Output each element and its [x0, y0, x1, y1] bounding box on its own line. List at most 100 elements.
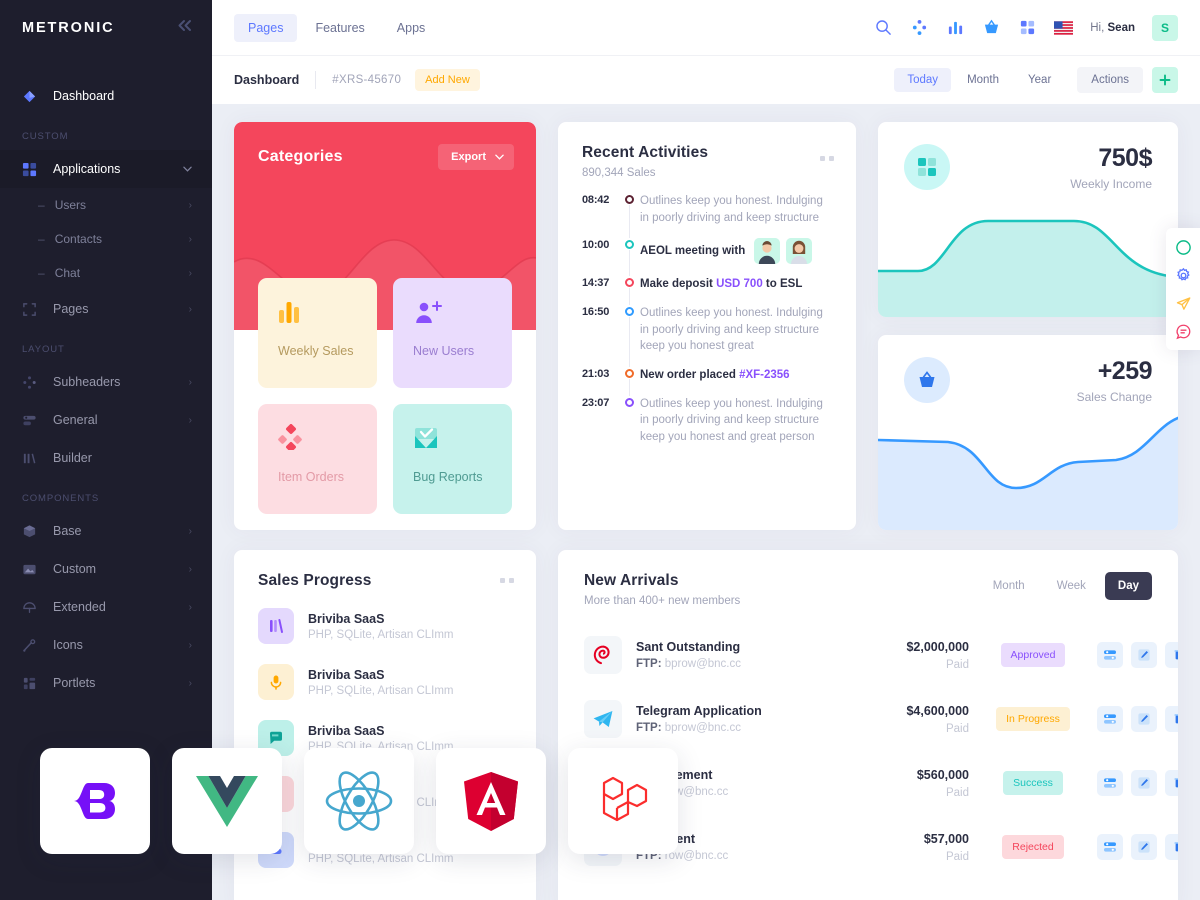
more-dots-icon[interactable] [500, 578, 514, 583]
settings-icon[interactable] [1097, 770, 1123, 796]
new-arrivals-tabs: Month Week Day [980, 572, 1152, 600]
timeline-item: 14:37 Make deposit USD 700 to ESL [582, 276, 832, 306]
sidebar-label: General [53, 413, 98, 427]
list-item[interactable]: Briviba SaaS PHP, SQLite, Artisan CLImm [258, 608, 512, 644]
chevron-right-icon: › [188, 267, 192, 279]
table-row[interactable]: Sant Outstanding FTP: bprow@bnc.cc $2,00… [584, 623, 1178, 687]
sidebar-item-users[interactable]: – Users › [0, 188, 212, 222]
sidebar-item-applications[interactable]: Applications [0, 150, 212, 188]
bar-chart-icon[interactable] [946, 18, 965, 37]
tile-bug-reports[interactable]: Bug Reports [393, 404, 512, 514]
row-actions [1097, 834, 1178, 860]
angular-logo[interactable] [436, 748, 546, 854]
tab-month[interactable]: Month [980, 572, 1038, 600]
dashboard-app: METRONIC Dashboard CUSTOM Applications –… [0, 0, 1200, 900]
chat-bubble-icon[interactable] [1166, 317, 1200, 345]
tile-weekly-sales[interactable]: Weekly Sales [258, 278, 377, 388]
amount-value: $2,000,000 [906, 639, 969, 654]
sidebar-item-dashboard[interactable]: Dashboard [0, 77, 212, 115]
tile-new-users[interactable]: New Users [393, 278, 512, 388]
amount-status: Paid [945, 722, 969, 735]
avatar-male-icon [754, 238, 781, 265]
sidebar-item-chat[interactable]: – Chat › [0, 256, 212, 290]
tab-pages[interactable]: Pages [234, 13, 298, 42]
basket-icon[interactable] [982, 18, 1001, 37]
sidebar-item-base[interactable]: Base › [0, 512, 212, 550]
amount-value: $4,600,000 [906, 703, 969, 718]
trash-icon[interactable] [1165, 834, 1178, 860]
droplet-icon[interactable] [1166, 233, 1200, 261]
chevron-right-icon: › [188, 233, 192, 245]
sidebar-item-extended[interactable]: Extended › [0, 588, 212, 626]
sidebar-item-subheaders[interactable]: Subheaders › [0, 363, 212, 401]
us-flag-icon[interactable] [1054, 18, 1074, 37]
stat-label: Weekly Income [1070, 177, 1152, 191]
sidebar-item-portlets[interactable]: Portlets › [0, 664, 212, 702]
avatar[interactable]: S [1152, 14, 1178, 41]
chevron-right-icon: › [188, 199, 192, 211]
grid-squares-icon[interactable] [1018, 18, 1037, 37]
edit-pencil-icon[interactable] [1131, 706, 1157, 732]
scatter-icon[interactable] [910, 18, 929, 37]
trash-icon[interactable] [1165, 770, 1178, 796]
edit-pencil-icon[interactable] [1131, 642, 1157, 668]
sidebar-item-icons[interactable]: Icons › [0, 626, 212, 664]
sales-change-chart [878, 416, 1178, 530]
sidebar-item-general[interactable]: General › [0, 401, 212, 439]
react-logo[interactable] [304, 748, 414, 854]
tab-apps[interactable]: Apps [383, 14, 440, 42]
mic-icon [258, 664, 294, 700]
tile-label: Bug Reports [413, 470, 483, 484]
tab-features[interactable]: Features [301, 14, 378, 42]
row-info: Sant Outstanding FTP: bprow@bnc.cc [636, 640, 851, 670]
paper-plane-icon[interactable] [1166, 289, 1200, 317]
export-button[interactable]: Export [438, 144, 514, 170]
box-icon [22, 524, 44, 539]
list-item[interactable]: Briviba SaaS PHP, SQLite, Artisan CLImm [258, 664, 512, 700]
trash-icon[interactable] [1165, 642, 1178, 668]
sidebar-item-builder[interactable]: Builder [0, 439, 212, 477]
table-row[interactable]: Telegram Application FTP: bprow@bnc.cc $… [584, 687, 1178, 751]
range-month[interactable]: Month [954, 68, 1012, 92]
layers-icon [22, 413, 44, 428]
sidebar-label: Dashboard [53, 89, 115, 103]
gear-icon[interactable] [1166, 261, 1200, 289]
basket-icon [904, 357, 950, 403]
settings-icon[interactable] [1097, 706, 1123, 732]
trash-icon[interactable] [1165, 706, 1178, 732]
tab-day[interactable]: Day [1104, 572, 1152, 600]
settings-icon[interactable] [1097, 834, 1123, 860]
divider [315, 71, 317, 89]
sidebar-item-contacts[interactable]: – Contacts › [0, 222, 212, 256]
plus-icon[interactable] [1152, 67, 1178, 93]
search-icon[interactable] [874, 18, 893, 37]
sidebar-section-components: COMPONENTS [22, 493, 100, 504]
chevrons-left-icon[interactable] [177, 19, 192, 36]
edit-pencil-icon[interactable] [1131, 834, 1157, 860]
timeline-text: Outlines keep you honest. Indulging in p… [640, 307, 823, 353]
sidebar-item-pages[interactable]: Pages › [0, 290, 212, 328]
add-new-badge[interactable]: Add New [415, 69, 480, 91]
range-year[interactable]: Year [1015, 68, 1064, 92]
avatar-female-icon [786, 238, 813, 265]
timeline-text: Make deposit USD 700 to ESL [640, 276, 832, 293]
timeline-time: 21:03 [582, 368, 610, 381]
settings-icon[interactable] [1097, 642, 1123, 668]
tab-week[interactable]: Week [1044, 572, 1099, 600]
tile-item-orders[interactable]: Item Orders [258, 404, 377, 514]
actions-button[interactable]: Actions [1077, 67, 1143, 93]
sidebar-item-custom[interactable]: Custom › [0, 550, 212, 588]
more-dots-icon[interactable] [820, 156, 834, 161]
edit-pencil-icon[interactable] [1131, 770, 1157, 796]
timeline-avatars [754, 238, 813, 265]
bootstrap-logo[interactable] [40, 748, 150, 854]
weekly-income-card: 750$ Weekly Income [878, 122, 1178, 317]
recent-activities-card: Recent Activities 890,344 Sales 08:42 Ou… [558, 122, 856, 530]
vue-logo[interactable] [172, 748, 282, 854]
laravel-logo[interactable] [568, 748, 678, 854]
timeline-text-main: New order placed [640, 369, 740, 382]
range-today[interactable]: Today [894, 68, 952, 92]
chevron-right-icon: › [188, 601, 192, 613]
chevron-right-icon: › [188, 677, 192, 689]
ticket-id: #XRS-45670 [332, 74, 402, 86]
